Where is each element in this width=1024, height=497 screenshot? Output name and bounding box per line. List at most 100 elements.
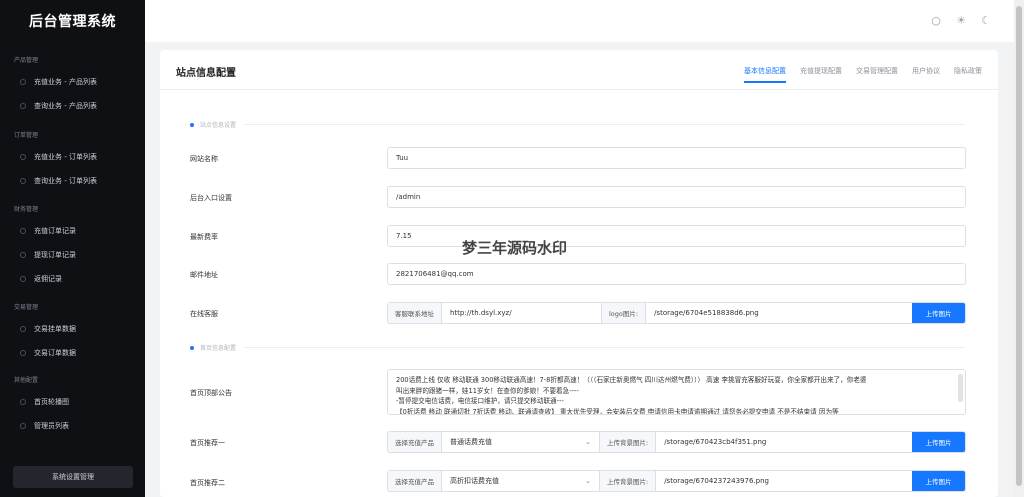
menu-group-orders: 订单管理 充值业务 - 订单列表 查询业务 - 订单列表 <box>0 130 145 193</box>
rec2-label: 首页推荐二 <box>190 479 225 487</box>
site-config-card: 站点信息配置 基本信息配置 充值提现配置 交易管理配置 用户协议 隐私政策 站点… <box>160 50 998 497</box>
sidebar-item-query-orders[interactable]: 查询业务 - 订单列表 <box>0 169 145 193</box>
sidebar-item-carousel[interactable]: 首页轮播图 <box>0 390 145 414</box>
section-bullet <box>190 122 194 127</box>
sidebar-item-admins[interactable]: 管理员列表 <box>0 414 145 438</box>
sidebar-item-trade-orders[interactable]: 交易订单数据 <box>0 341 145 365</box>
rec1-selected-value: 普通话费充值 <box>450 438 492 446</box>
rec2-bg-addon: 上传背景图片: <box>600 471 657 491</box>
circle-icon <box>20 154 26 160</box>
tab-privacy-policy[interactable]: 隐私政策 <box>954 66 982 76</box>
sidebar: 后台管理系统 产品管理 充值业务 - 产品列表 查询业务 - 产品列表 订单管理… <box>0 0 145 497</box>
site-name-input[interactable]: Tuu <box>387 147 966 169</box>
section-divider <box>244 124 965 125</box>
sidebar-item-recharge-orders[interactable]: 充值业务 - 订单列表 <box>0 145 145 169</box>
tab-recharge-withdraw[interactable]: 充值提现配置 <box>800 66 842 76</box>
scrollbar-thumb[interactable] <box>1016 6 1022 486</box>
chevron-down-icon: ⌄ <box>585 438 591 446</box>
email-input[interactable]: 2821706481@qq.com <box>387 263 966 285</box>
sidebar-item-label: 充值业务 - 产品列表 <box>34 78 97 86</box>
menu-group-title: 其他配置 <box>14 377 39 384</box>
sidebar-item-label: 交易挂单数据 <box>34 325 76 333</box>
sidebar-item-label: 交易订单数据 <box>34 349 76 357</box>
rec2-bg-path-input[interactable]: /storage/6704237243976.png <box>656 471 894 491</box>
rate-label: 最新费率 <box>190 233 218 241</box>
rec2-input-group: 选择充值产品 高折扣话费充值 ⌄ 上传背景图片: /storage/670423… <box>387 470 966 492</box>
section-home-info: 首页信息配置 <box>190 343 965 352</box>
circle-icon <box>20 399 26 405</box>
rec2-select-addon: 选择充值产品 <box>388 471 442 491</box>
page-title: 站点信息配置 <box>176 68 236 79</box>
config-tabs: 基本信息配置 充值提现配置 交易管理配置 用户协议 隐私政策 <box>744 66 982 83</box>
refresh-icon[interactable]: ○ <box>930 15 942 27</box>
sidebar-item-query-products[interactable]: 查询业务 - 产品列表 <box>0 94 145 118</box>
rec1-select-addon: 选择充值产品 <box>388 432 442 452</box>
section-divider <box>244 347 965 348</box>
system-settings-button[interactable]: 系统设置管理 <box>13 466 133 488</box>
sidebar-item-label: 查询业务 - 订单列表 <box>34 177 97 185</box>
rec2-product-select[interactable]: 高折扣话费充值 ⌄ <box>442 471 600 491</box>
rec1-bg-addon: 上传背景图片: <box>600 432 657 452</box>
service-link-addon: 客服联系地址 <box>388 303 442 323</box>
tab-basic-info[interactable]: 基本信息配置 <box>744 66 786 83</box>
notice-line: 叫出来胖的跟猪一样，娃11岁女！在查你的爹娘！不要着急---- <box>396 386 579 395</box>
rec1-upload-button[interactable]: 上传图片 <box>912 432 965 452</box>
service-label: 在线客服 <box>190 310 218 318</box>
notice-line: 【0折话费 移动 联通切批 7折话费 移动、联通请查收】 重大优先受理，会安装后… <box>396 407 839 415</box>
page-scrollbar[interactable] <box>1014 0 1024 497</box>
app-title: 后台管理系统 <box>29 14 116 30</box>
upload-logo-button[interactable]: 上传图片 <box>912 303 965 323</box>
logo-addon: logo图片: <box>602 303 647 323</box>
rec1-input-group: 选择充值产品 普通话费充值 ⌄ 上传背景图片: /storage/670423c… <box>387 431 966 453</box>
circle-icon <box>20 228 26 234</box>
section-site-info: 站点信息设置 <box>190 120 965 129</box>
rec2-upload-button[interactable]: 上传图片 <box>912 471 965 491</box>
menu-group-title: 财务管理 <box>14 206 39 213</box>
header-bar: ○ ☀ ☾ <box>145 0 1014 42</box>
circle-icon <box>20 276 26 282</box>
circle-icon <box>20 252 26 258</box>
circle-icon <box>20 178 26 184</box>
site-name-label: 网站名称 <box>190 155 218 163</box>
section-title: 首页信息配置 <box>200 345 237 352</box>
rec1-bg-path-input[interactable]: /storage/670423cb4f351.png <box>656 432 894 452</box>
sidebar-item-trade-listings[interactable]: 交易挂单数据 <box>0 317 145 341</box>
admin-entry-input[interactable]: /admin <box>387 186 966 208</box>
circle-icon <box>20 326 26 332</box>
sidebar-item-label: 充值订单记录 <box>34 227 76 235</box>
sun-icon[interactable]: ☀ <box>955 15 967 27</box>
menu-group-title: 交易管理 <box>14 304 39 311</box>
sidebar-item-recharge-records[interactable]: 充值订单记录 <box>0 219 145 243</box>
email-label: 邮件地址 <box>190 271 218 279</box>
notice-label: 首页顶部公告 <box>190 389 232 397</box>
notice-line: 200话费上线 仅收 移动联通 300移动联通高速！7-8折都高速！（（（石家庄… <box>396 376 867 384</box>
sidebar-item-label: 管理员列表 <box>34 422 69 430</box>
menu-group-finance: 财务管理 充值订单记录 提现订单记录 返佣记录 <box>0 204 145 291</box>
sidebar-item-label: 提现订单记录 <box>34 251 76 259</box>
service-link-input[interactable]: http://th.dsyl.xyz/ <box>442 303 602 323</box>
menu-group-other: 其他配置 首页轮播图 管理员列表 <box>0 375 145 438</box>
sidebar-item-label: 充值业务 - 订单列表 <box>34 153 97 161</box>
circle-icon <box>20 103 26 109</box>
sidebar-item-recharge-products[interactable]: 充值业务 - 产品列表 <box>0 70 145 94</box>
circle-icon <box>20 350 26 356</box>
section-title: 站点信息设置 <box>200 122 237 129</box>
rec1-label: 首页推荐一 <box>190 439 225 447</box>
menu-group-trading: 交易管理 交易挂单数据 交易订单数据 <box>0 302 145 365</box>
notice-line: -暂停提交电信话费，电信接口维护，请只提交移动联通--- <box>396 397 564 405</box>
rec1-product-select[interactable]: 普通话费充值 ⌄ <box>442 432 600 452</box>
sidebar-item-label: 返佣记录 <box>34 275 62 283</box>
logo-path-input[interactable]: /storage/6704e518838d6.png <box>646 303 896 323</box>
sidebar-item-rebate-records[interactable]: 返佣记录 <box>0 267 145 291</box>
sidebar-item-withdraw-records[interactable]: 提现订单记录 <box>0 243 145 267</box>
circle-icon <box>20 423 26 429</box>
notice-textarea[interactable]: 200话费上线 仅收 移动联通 300移动联通高速！7-8折都高速！（（（石家庄… <box>387 369 966 415</box>
tab-user-agreement[interactable]: 用户协议 <box>912 66 940 76</box>
menu-group-products: 产品管理 充值业务 - 产品列表 查询业务 - 产品列表 <box>0 55 145 118</box>
sidebar-item-label: 首页轮播图 <box>34 398 69 406</box>
textarea-scrollbar[interactable] <box>958 374 963 402</box>
moon-icon[interactable]: ☾ <box>980 15 992 27</box>
admin-entry-label: 后台入口设置 <box>190 194 232 202</box>
tab-trade-config[interactable]: 交易管理配置 <box>856 66 898 76</box>
service-input-group: 客服联系地址 http://th.dsyl.xyz/ logo图片: /stor… <box>387 302 966 324</box>
